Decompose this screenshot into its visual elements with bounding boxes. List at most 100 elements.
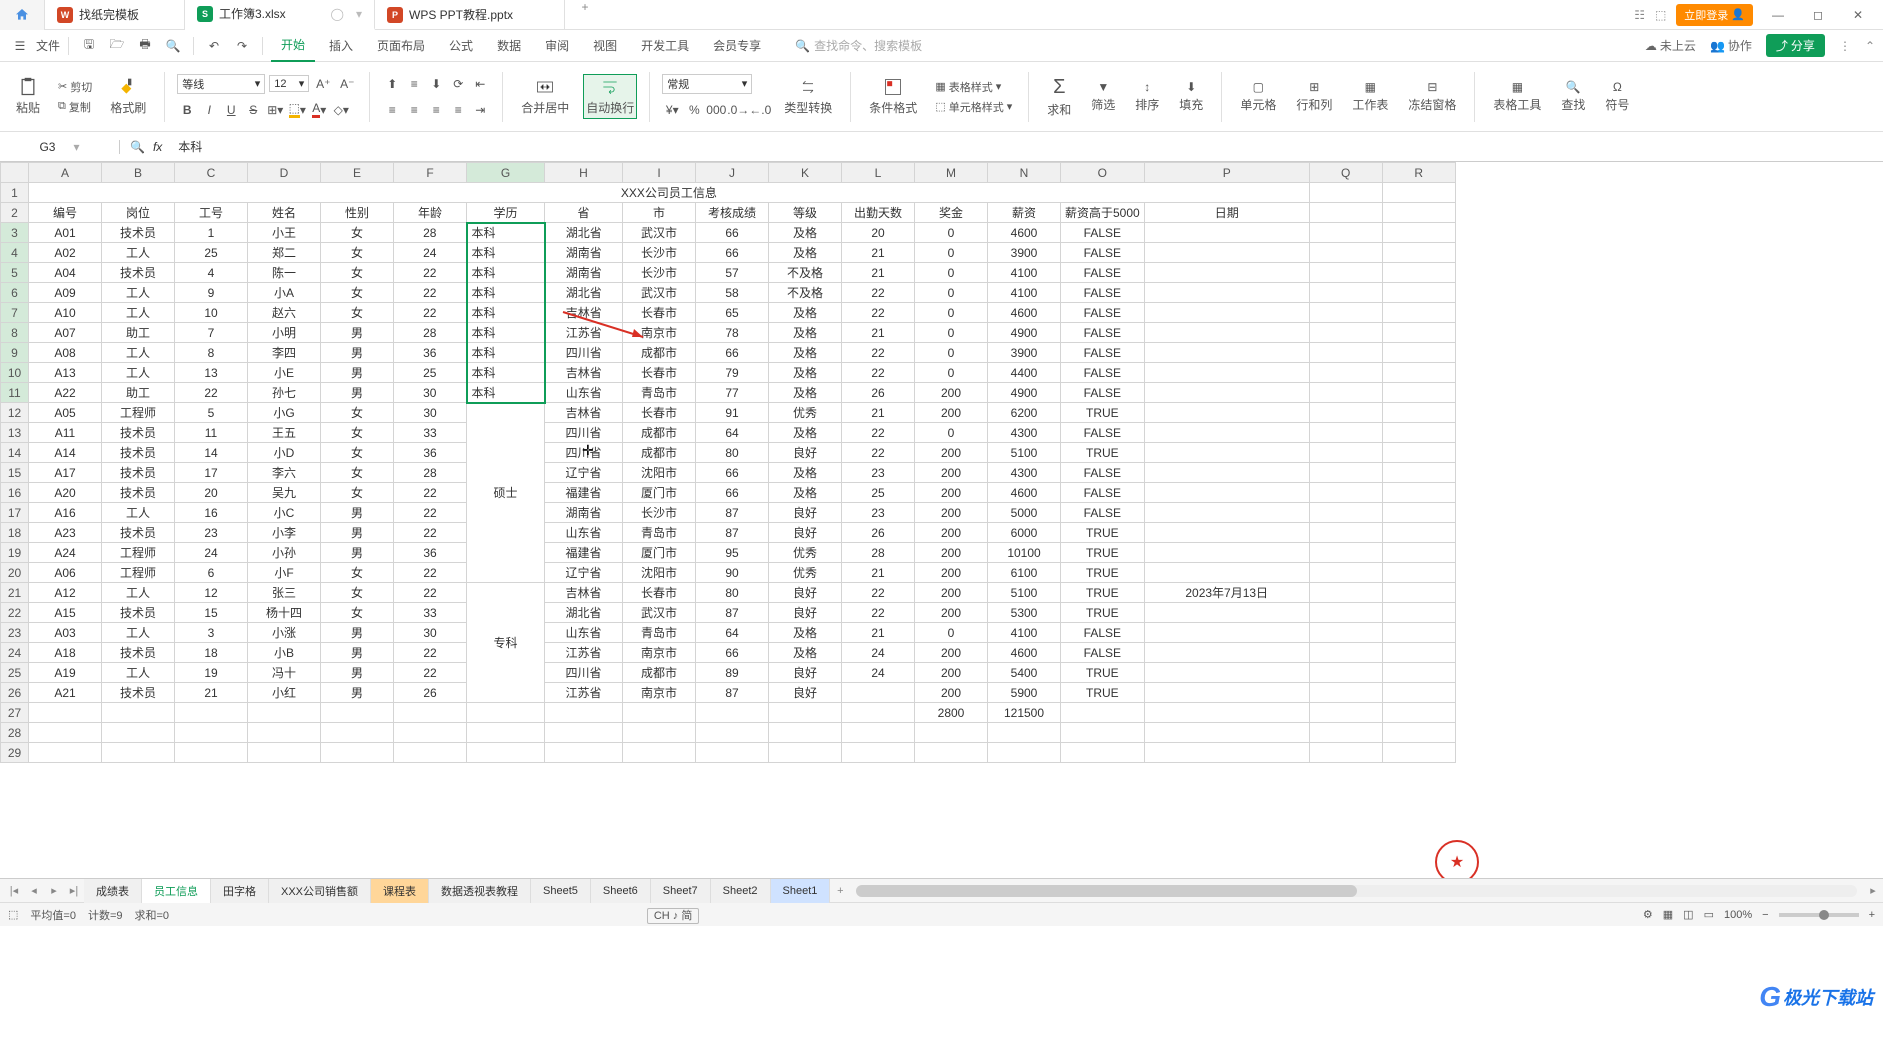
cell[interactable] (1382, 303, 1455, 323)
cell[interactable]: 吉林省 (545, 583, 623, 603)
cell[interactable]: 四川省 (545, 443, 623, 463)
cell[interactable] (1144, 723, 1309, 743)
cell[interactable]: 5100 (988, 443, 1061, 463)
cell[interactable]: 女 (321, 223, 394, 243)
cell[interactable]: 福建省 (545, 483, 623, 503)
sheet-tab[interactable]: Sheet6 (591, 879, 651, 903)
table-style-button[interactable]: ▦表格样式▾ (931, 77, 1016, 97)
cell[interactable]: 小C (248, 503, 321, 523)
cell[interactable]: 日期 (1144, 203, 1309, 223)
sheet-tab[interactable]: 田字格 (211, 879, 269, 903)
cell[interactable] (1144, 263, 1309, 283)
cell[interactable]: 男 (321, 503, 394, 523)
cell[interactable] (1382, 583, 1455, 603)
cell[interactable] (394, 743, 467, 763)
cell[interactable]: 80 (696, 443, 769, 463)
cell[interactable] (1144, 603, 1309, 623)
cell[interactable]: 15 (175, 603, 248, 623)
row-header[interactable]: 20 (1, 563, 29, 583)
cell[interactable]: 20 (175, 483, 248, 503)
cell[interactable]: 4900 (988, 383, 1061, 403)
add-sheet-button[interactable]: + (830, 885, 850, 897)
cell[interactable]: TRUE (1061, 543, 1145, 563)
cell[interactable] (1382, 263, 1455, 283)
fx-icon[interactable]: fx (153, 140, 162, 154)
cell[interactable] (842, 743, 915, 763)
cell[interactable]: 本科 (467, 343, 545, 363)
cell[interactable] (988, 723, 1061, 743)
sheet-tab[interactable]: XXX公司销售额 (269, 879, 371, 903)
paste-button[interactable]: 粘贴 (10, 75, 46, 118)
tab-formula[interactable]: 公式 (439, 30, 483, 62)
cell[interactable] (321, 703, 394, 723)
cell[interactable]: 吴九 (248, 483, 321, 503)
cell[interactable]: A06 (29, 563, 102, 583)
cell[interactable]: 四川省 (545, 663, 623, 683)
cell[interactable]: 25 (175, 243, 248, 263)
zoom-level[interactable]: 100% (1724, 909, 1752, 921)
cell[interactable] (1309, 403, 1382, 423)
sheet-tab-active[interactable]: 员工信息 (142, 879, 211, 903)
cell[interactable]: TRUE (1061, 663, 1145, 683)
cell[interactable] (1309, 523, 1382, 543)
cell[interactable]: 沈阳市 (623, 563, 696, 583)
cell[interactable] (1382, 503, 1455, 523)
sheet-nav-last[interactable]: ▸| (64, 884, 84, 897)
column-header[interactable]: E (321, 163, 394, 183)
cell[interactable]: 小A (248, 283, 321, 303)
cell[interactable]: 4400 (988, 363, 1061, 383)
cell[interactable]: 工程师 (102, 403, 175, 423)
cell[interactable] (1144, 363, 1309, 383)
cell[interactable]: 及格 (769, 363, 842, 383)
cell[interactable]: A21 (29, 683, 102, 703)
cell[interactable]: 200 (915, 523, 988, 543)
cell[interactable]: 21 (842, 623, 915, 643)
cell[interactable] (1309, 223, 1382, 243)
cell[interactable]: 30 (394, 383, 467, 403)
column-header[interactable]: N (988, 163, 1061, 183)
cell[interactable] (769, 743, 842, 763)
worksheet-button[interactable]: ▦工作表 (1346, 78, 1394, 115)
cell[interactable]: 等级 (769, 203, 842, 223)
cell[interactable]: 5100 (988, 583, 1061, 603)
save-icon[interactable]: 🖫 (77, 34, 101, 58)
cell[interactable]: 四川省 (545, 423, 623, 443)
cell[interactable] (1309, 343, 1382, 363)
cell[interactable]: 江苏省 (545, 323, 623, 343)
cell[interactable]: 编号 (29, 203, 102, 223)
cell[interactable]: FALSE (1061, 223, 1145, 243)
cell[interactable]: 14 (175, 443, 248, 463)
cell[interactable]: 技术员 (102, 603, 175, 623)
cell[interactable]: 200 (915, 563, 988, 583)
cell[interactable]: 技术员 (102, 443, 175, 463)
cell[interactable]: 女 (321, 243, 394, 263)
cell[interactable] (1382, 463, 1455, 483)
cell[interactable]: FALSE (1061, 283, 1145, 303)
cell[interactable]: 成都市 (623, 343, 696, 363)
maximize-button[interactable]: ◻ (1803, 8, 1833, 22)
cell[interactable]: 200 (915, 583, 988, 603)
justify-button[interactable]: ≡ (448, 100, 468, 120)
cell[interactable]: A13 (29, 363, 102, 383)
cell[interactable]: A02 (29, 243, 102, 263)
cell[interactable] (1382, 183, 1455, 203)
cell[interactable] (696, 743, 769, 763)
cell[interactable]: 24 (842, 643, 915, 663)
cell[interactable] (1144, 503, 1309, 523)
cell[interactable]: 江苏省 (545, 643, 623, 663)
sort-button[interactable]: ↕排序 (1129, 78, 1165, 115)
cell[interactable]: 121500 (988, 703, 1061, 723)
cell[interactable]: 10 (175, 303, 248, 323)
cell[interactable]: 技术员 (102, 683, 175, 703)
dropdown-icon[interactable]: ▾ (356, 7, 362, 21)
sheet-tab[interactable]: Sheet7 (651, 879, 711, 903)
cell[interactable] (988, 743, 1061, 763)
row-header[interactable]: 9 (1, 343, 29, 363)
cell[interactable]: 男 (321, 523, 394, 543)
cell[interactable]: 0 (915, 323, 988, 343)
align-left-button[interactable]: ≡ (382, 100, 402, 120)
cell[interactable]: 5 (175, 403, 248, 423)
cell[interactable]: 男 (321, 683, 394, 703)
cell[interactable]: 男 (321, 643, 394, 663)
cell[interactable]: 36 (394, 543, 467, 563)
